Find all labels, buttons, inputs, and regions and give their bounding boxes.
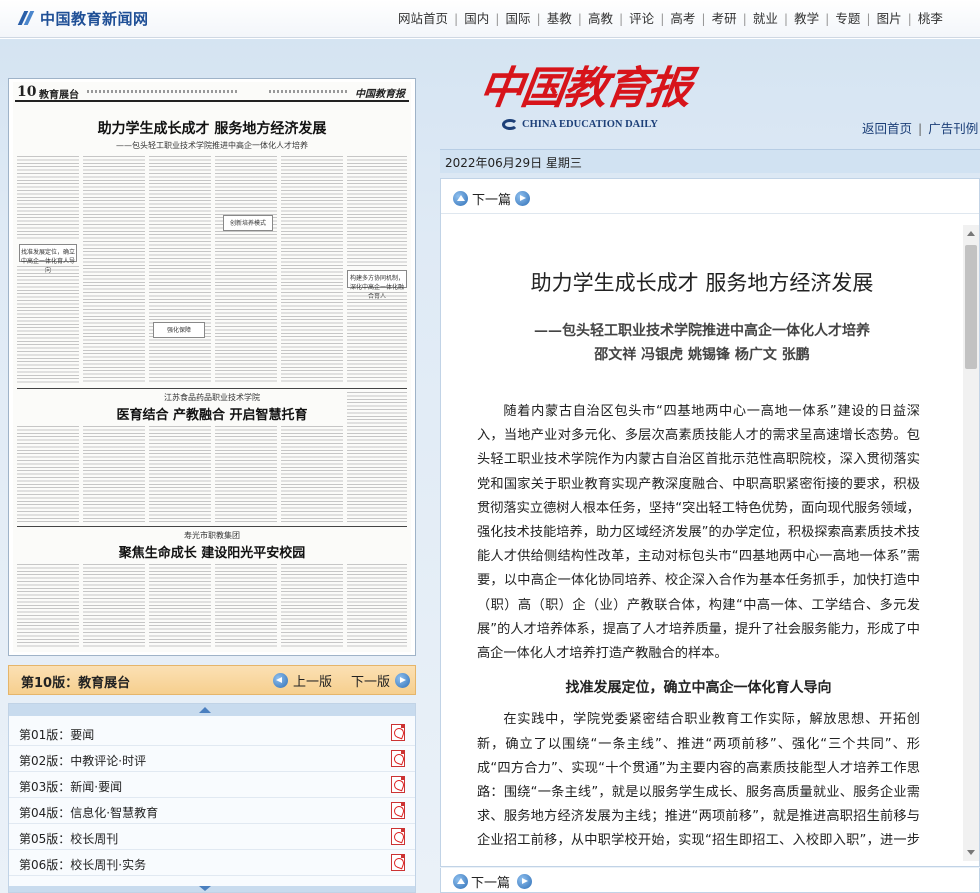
np-headline-1[interactable]: 助力学生成长成才 服务地方经济发展 [13,118,411,138]
article-title: 助力学生成长成才 服务地方经济发展 [530,271,874,295]
list-item[interactable]: 第03版：新闻·要闻 [9,772,415,798]
masthead-title-en: CHINA EDUCATION DAILY [502,119,658,130]
np-subhead-box: 创新培养模式 [223,215,273,231]
back-home-link[interactable]: 返回首页 [862,121,912,136]
pdf-icon[interactable] [391,750,405,767]
list-item[interactable]: 第02版：中教评论·时评 [9,746,415,772]
pdf-icon[interactable] [391,776,405,793]
nav-photos[interactable]: 图片 [877,11,902,26]
nav-basic-edu[interactable]: 基教 [547,11,572,26]
np-subhead-box: 构建多方协同机制，深化中高企一体化融合育人 [347,270,407,300]
list-item[interactable]: 第05版：校长周刊 [9,824,415,850]
article-paragraph: 在实践中，学院党委紧密结合职业教育工作实际，解放思想、开拓创新，确立了以围绕“一… [477,712,920,849]
nav-gaokao[interactable]: 高考 [670,11,695,26]
site-logo-text: 中国教育新闻网 [40,9,149,28]
page-logo: 中国教育报 [355,89,405,100]
article-panel: 下一篇 助力学生成长成才 服务地方经济发展 ——包头轻工职业技术学院推进中高企一… [440,178,980,867]
pdf-icon[interactable] [391,724,405,741]
arrow-right-icon [517,874,533,889]
site-logo[interactable]: 中国教育新闻网 [17,8,149,28]
scroll-down-arrow-icon[interactable] [967,850,975,855]
prev-page-button[interactable]: 上一版 [273,671,332,690]
nav-higher-edu[interactable]: 高教 [588,11,613,26]
np-subhead-box: 找准发展定位，确立中高企一体化育人导向 [19,244,77,274]
ad-rates-link[interactable]: 广告刊例 [928,121,978,136]
top-nav: 网站首页 | 国内 | 国际 | 基教 | 高教 | 评论 | 高考 | 考研 | 就业 | 教学 | 专题 | 图片 | 桃李 [398,11,943,26]
scroll-up-arrow-icon[interactable] [967,231,975,236]
np-subhead-box: 强化保障 [153,322,205,338]
np-subheadline-1: ——包头轻工职业技术学院推进中高企一体化人才培养 [116,141,308,150]
masthead-links: 返回首页 | 广告刊例 [862,121,979,136]
masthead-logo-icon [502,119,518,130]
np-headline-3[interactable]: 聚焦生命成长 建设阳光平安校园 [13,542,411,561]
current-page-label: 第10版：教育展台 [21,676,131,691]
next-article-button[interactable]: 下一篇 [453,189,531,208]
np-kicker-3: 寿光市职教集团 [184,531,240,540]
newspaper-page-image[interactable]: 10 教育展台 中国教育报 助力学生成长成才 服务地方经济发展 ——包头轻工职业… [8,78,416,656]
newspaper-masthead: 中国教育报 CHINA EDUCATION DAILY [476,52,693,137]
arrow-right-icon [515,191,531,206]
masthead-title-en-text: CHINA EDUCATION DAILY [522,119,658,130]
site-logo-icon [17,9,36,27]
article-scrollbar[interactable] [963,225,979,861]
next-page-button[interactable]: 下一版 [351,671,411,690]
article-section-heading: 找准发展定位，确立中高企一体化育人导向 [565,680,832,697]
list-item[interactable]: 第06版：校长周刊·实务 [9,850,415,876]
pdf-icon[interactable] [391,802,405,819]
nav-taoli[interactable]: 桃李 [918,11,943,26]
next-article-button-bottom[interactable]: 下一篇 [453,872,533,891]
page-name: 教育展台 [39,90,79,101]
nav-commentary[interactable]: 评论 [629,11,654,26]
next-article-label: 下一篇 [472,193,512,208]
nav-domestic[interactable]: 国内 [464,11,489,26]
article-paragraph: 随着内蒙古自治区包头市“四基地两中心一高地一体系”建设的日益深入，当地产业对多元… [477,404,920,662]
top-bar: 中国教育新闻网 网站首页 | 国内 | 国际 | 基教 | 高教 | 评论 | 高考 | 考研 | 就业 | 教学 |… [0,0,980,38]
page-list: 第01版：要闻 第02版：中教评论·时评 第03版：新闻·要闻 第04版：信息化… [8,703,416,893]
nav-employment[interactable]: 就业 [753,11,778,26]
next-article-label: 下一篇 [471,876,511,891]
bottom-article-nav: 下一篇 [440,868,980,893]
nav-home[interactable]: 网站首页 [398,11,448,26]
article-content: 助力学生成长成才 服务地方经济发展 ——包头轻工职业技术学院推进中高企一体化人才… [441,215,963,857]
scroll-up-icon[interactable] [9,704,415,716]
arrow-right-icon [395,673,411,688]
date-strip: 2022年06月29日 星期三 [440,149,980,173]
nav-teaching[interactable]: 教学 [794,11,819,26]
arrow-up-icon [453,191,468,206]
arrow-left-icon [273,673,288,688]
scrollbar-thumb[interactable] [965,245,977,369]
nav-topics[interactable]: 专题 [835,11,860,26]
page-nav-bar: 第10版：教育展台 上一版 下一版 [8,665,416,695]
masthead-title-cn: 中国教育报 [475,63,693,114]
pdf-icon[interactable] [391,828,405,845]
article-authors: 邵文祥 冯银虎 姚锡锋 杨广文 张鹏 [594,347,810,363]
pdf-icon[interactable] [391,854,405,871]
page-number: 10 [17,84,37,100]
list-item[interactable]: 第04版：信息化·智慧教育 [9,798,415,824]
scroll-down-icon[interactable] [9,886,415,892]
issue-date: 2022年06月29日 星期三 [445,156,582,170]
article-subtitle: ——包头轻工职业技术学院推进中高企一体化人才培养 [534,323,870,339]
list-item[interactable]: 第01版：要闻 [9,720,415,746]
arrow-up-icon [453,874,468,889]
nav-kaoyan[interactable]: 考研 [712,11,737,26]
newspaper-page: 10 教育展台 中国教育报 助力学生成长成才 服务地方经济发展 ——包头轻工职业… [13,82,411,652]
nav-international[interactable]: 国际 [505,11,530,26]
article-body: 随着内蒙古自治区包头市“四基地两中心一高地一体系”建设的日益深入，当地产业对多元… [477,400,920,857]
page-header: 10 教育展台 中国教育报 [15,84,409,102]
